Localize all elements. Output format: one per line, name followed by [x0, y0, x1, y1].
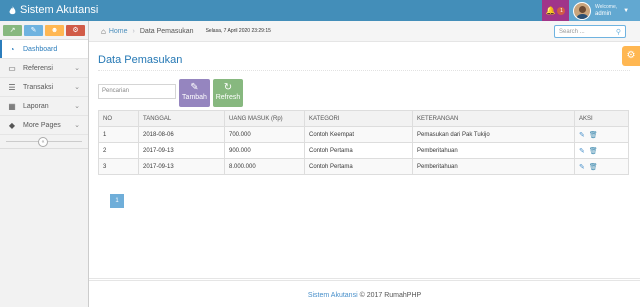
sidebar-nav: ◔ Dashboard ▭ Referensi ⌄ ☰ Transaksi ⌄ … [0, 40, 88, 135]
notification-badge: 1 [557, 6, 566, 15]
breadcrumb-home-link[interactable]: Home [109, 28, 128, 35]
users-icon[interactable]: ☻ [45, 24, 64, 36]
tachometer-icon: ◔ [9, 44, 15, 54]
bell-icon: 🔔 [545, 6, 556, 15]
caret-down-icon: ▼ [623, 7, 630, 14]
sidebar-item-label: Transaksi [23, 83, 54, 91]
pagination-page-1[interactable]: 1 [110, 194, 124, 208]
table-cell: Contoh Keempat [304, 126, 413, 143]
table-cell: Contoh Pertama [304, 142, 413, 159]
refresh-button[interactable]: ↻ Refresh [213, 79, 243, 107]
user-menu[interactable]: Welcome, admin ▼ [569, 0, 640, 21]
refresh-label: Refresh [215, 94, 241, 101]
table-cell: Pemasukan dari Pak Tukijo [412, 126, 575, 143]
refresh-icon: ↻ [223, 82, 233, 93]
table-cell: 2017-09-13 [138, 158, 225, 175]
sidebar-item-laporan[interactable]: ▦ Laporan ⌄ [0, 97, 88, 116]
table-cell: 3 [98, 158, 139, 175]
desktop-icon: ▭ [8, 63, 16, 73]
footer-app-name: Sistem Akutansi [307, 292, 358, 299]
pencil-icon[interactable]: ✎ [24, 24, 43, 36]
user-name: admin [595, 10, 612, 17]
column-header: KETERANGAN [412, 110, 575, 127]
table-cell: 2017-09-13 [138, 142, 225, 159]
fire-icon [9, 5, 16, 14]
trash-icon[interactable]: 🗑 [589, 131, 598, 139]
chart-icon[interactable]: ↗ [3, 24, 22, 36]
user-welcome: Welcome, [595, 3, 618, 10]
footer: Sistem Akutansi © 2017 RumahPHP [89, 278, 640, 307]
notifications-button[interactable]: 🔔 1 [542, 0, 569, 21]
column-header: NO [98, 110, 139, 127]
sidebar-item-more-pages[interactable]: ◆ More Pages ⌄ [0, 116, 88, 135]
search-icon: ⚲ [615, 28, 621, 36]
trash-icon[interactable]: 🗑 [589, 163, 598, 171]
chevron-down-icon: ⌄ [74, 84, 80, 91]
gear-icon: ⚙ [626, 50, 636, 61]
row-actions: ✎ 🗑 [574, 126, 629, 143]
sidebar-item-dashboard[interactable]: ◔ Dashboard [0, 40, 88, 59]
table-cell: 1 [98, 126, 139, 143]
column-header: AKSI [574, 110, 629, 127]
table-cell: Pemberitahuan [412, 142, 575, 159]
avatar [573, 1, 591, 20]
filter-input[interactable]: Pencarian [98, 84, 176, 99]
footer-copyright: © 2017 RumahPHP [359, 292, 422, 299]
row-actions: ✎ 🗑 [574, 142, 629, 159]
chevron-down-icon: ⌄ [74, 65, 80, 72]
brand[interactable]: Sistem Akutansi [9, 3, 98, 17]
chevron-right-icon: › [132, 27, 135, 35]
user-info: Welcome, admin [595, 4, 617, 18]
search-placeholder: Search ... [559, 28, 585, 35]
tambah-button[interactable]: ✎ Tambah [179, 79, 210, 107]
table-cell: Pemberitahuan [412, 158, 575, 175]
row-actions: ✎ 🗑 [574, 158, 629, 175]
calendar-icon: ▦ [8, 101, 16, 111]
edit-icon[interactable]: ✎ [579, 147, 585, 155]
page-title: Data Pemasukan [98, 54, 183, 66]
edit-icon[interactable]: ✎ [579, 131, 585, 139]
cogs-icon[interactable]: ⚙ [66, 24, 85, 36]
divider [98, 70, 630, 71]
table-cell: 2 [98, 142, 139, 159]
list-icon: ☰ [8, 82, 16, 92]
sidebar-item-label: Referensi [23, 64, 53, 72]
table-cell: Contoh Pertama [304, 158, 413, 175]
table-row: 1 2018-08-06 700.000 Contoh Keempat Pema… [98, 126, 629, 143]
sidebar-item-transaksi[interactable]: ☰ Transaksi ⌄ [0, 78, 88, 97]
search-input[interactable]: Search ... ⚲ [554, 25, 626, 38]
sidebar-shortcuts: ↗ ✎ ☻ ⚙ [0, 21, 88, 40]
table-cell: 700.000 [224, 126, 305, 143]
sidebar-item-referensi[interactable]: ▭ Referensi ⌄ [0, 59, 88, 78]
trash-icon[interactable]: 🗑 [589, 147, 598, 155]
datetime-text: Selasa, 7 April 2020 23:29:15 [205, 28, 271, 34]
sidebar-item-label: More Pages [23, 121, 61, 129]
chevron-down-icon: ⌄ [74, 122, 80, 129]
chevron-down-icon: ⌄ [74, 103, 80, 110]
sidebar-collapse: « [0, 135, 88, 149]
double-angle-left-icon[interactable]: « [38, 137, 48, 147]
table-row: 2 2017-09-13 900.000 Contoh Pertama Pemb… [98, 142, 629, 159]
tag-icon: ◆ [8, 120, 16, 130]
sidebar-item-label: Laporan [23, 102, 49, 110]
sidebar-item-label: Dashboard [23, 45, 58, 53]
edit-icon[interactable]: ✎ [579, 163, 585, 171]
tambah-label: Tambah [182, 94, 207, 101]
settings-button[interactable]: ⚙ [622, 46, 640, 66]
table-cell: 2018-08-06 [138, 126, 225, 143]
table-cell: 900.000 [224, 142, 305, 159]
table-header-row: NO TANGGAL UANG MASUK (Rp) KATEGORI KETE… [98, 110, 629, 127]
sidebar: ↗ ✎ ☻ ⚙ ◔ Dashboard ▭ Referensi ⌄ ☰ Tran… [0, 21, 89, 307]
edit-icon: ✎ [190, 82, 199, 93]
breadcrumb-current: Data Pemasukan [139, 27, 194, 35]
data-table: NO TANGGAL UANG MASUK (Rp) KATEGORI KETE… [98, 110, 629, 175]
home-icon: ⌂ [101, 26, 106, 36]
table-cell: 8.000.000 [224, 158, 305, 175]
column-header: TANGGAL [138, 110, 225, 127]
navbar: Sistem Akutansi 🔔 1 Welcome, admin ▼ [0, 0, 640, 21]
table-row: 3 2017-09-13 8.000.000 Contoh Pertama Pe… [98, 158, 629, 175]
column-header: KATEGORI [304, 110, 413, 127]
column-header: UANG MASUK (Rp) [224, 110, 305, 127]
brand-title: Sistem Akutansi [20, 4, 99, 16]
